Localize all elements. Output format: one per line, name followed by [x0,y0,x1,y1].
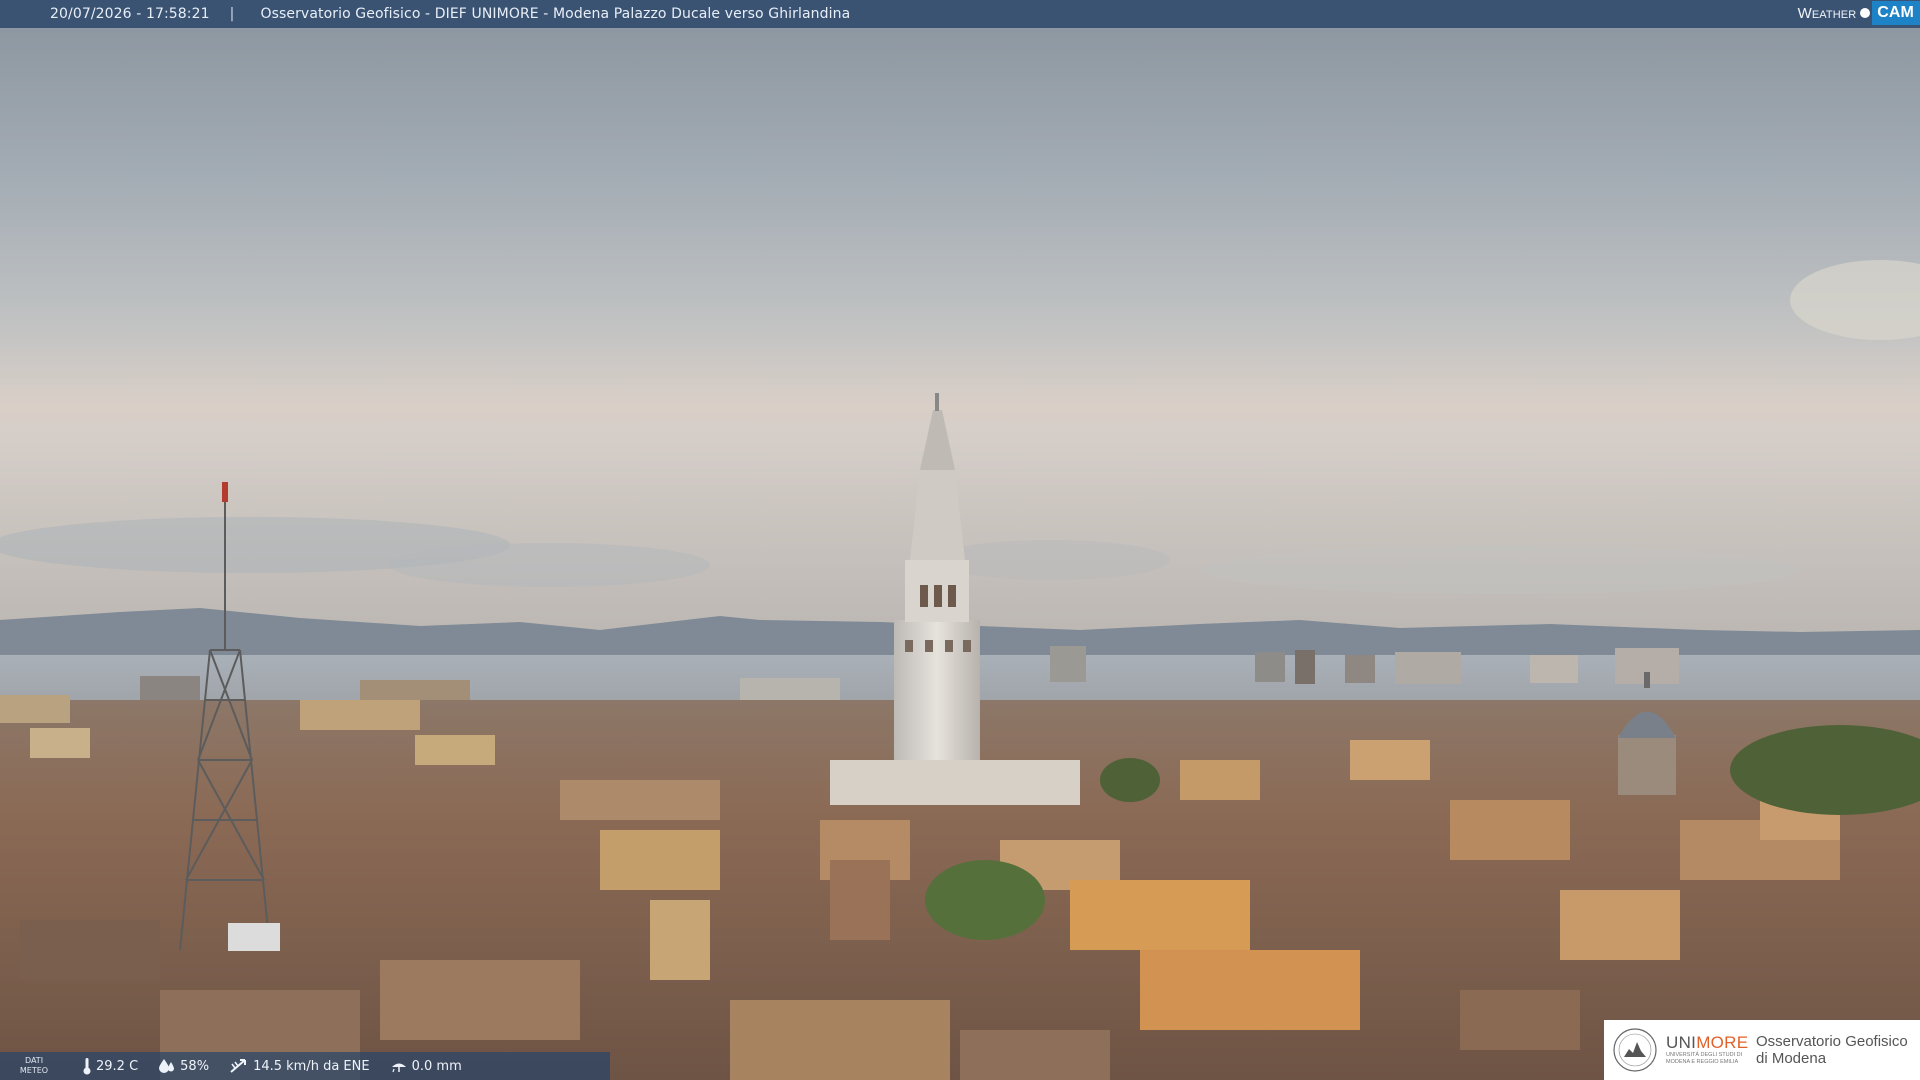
unimore-subtitle-line2: MODENA E REGGIO EMILIA [1666,1059,1739,1065]
meteo-humidity: 58% [158,1058,209,1074]
unimore-name-accent: MORE [1696,1033,1749,1052]
observatory-name: Osservatorio Geofisico di Modena [1756,1033,1908,1067]
meteo-label-line1: DATI [24,1056,44,1065]
overlay-top-bar: 20/07/2026 - 17:58:21 | Osservatorio Geo… [0,0,1920,28]
observatory-line2: di Modena [1756,1050,1827,1067]
unimore-wordmark: UNIMORE UNIVERSITÀ DEGLI STUDI DI MODENA… [1666,1034,1750,1066]
unimore-name-prefix: UNI [1666,1033,1697,1052]
meteo-rain: 0.0 mm [390,1058,462,1074]
meteo-temperature: 29.2 C [82,1057,138,1075]
weathercam-logo-weather: Weather [1797,4,1857,22]
unimore-name: UNIMORE [1666,1034,1750,1052]
meteo-wind: 14.5 km/h da ENE [229,1058,370,1074]
observatory-line1: Osservatorio Geofisico [1756,1033,1908,1050]
city-skyline-photo [0,0,1920,1080]
wind-value: 14.5 km/h da ENE [253,1058,370,1074]
droplet-icon [159,1059,175,1073]
weathercam-logo-cam: CAM [1872,1,1920,25]
weathercam-logo: Weather CAM [1798,0,1920,26]
meteo-label: DATI METEO [6,1056,62,1076]
timestamp: 20/07/2026 - 17:58:21 [50,6,210,22]
rain-icon [391,1063,406,1073]
meteo-label-line2: METEO [19,1066,49,1075]
unimore-logo-box: UNIMORE UNIVERSITÀ DEGLI STUDI DI MODENA… [1604,1020,1920,1080]
weathercam-dot-icon [1860,8,1871,18]
meteo-data-bar: DATI METEO 29.2 C 58% 14.5 km/h da ENE 0… [0,1052,610,1080]
wind-icon [230,1059,247,1073]
rain-value: 0.0 mm [411,1058,462,1074]
temperature-value: 29.2 C [96,1058,139,1074]
webcam-frame: 20/07/2026 - 17:58:21 | Osservatorio Geo… [0,0,1920,1080]
separator: | [229,6,235,22]
humidity-value: 58% [180,1058,210,1074]
unimore-seal-icon [1613,1028,1657,1072]
unimore-subtitle-line1: UNIVERSITÀ DEGLI STUDI DI [1666,1052,1743,1058]
thermometer-icon [83,1058,91,1075]
camera-title: Osservatorio Geofisico - DIEF UNIMORE - … [260,6,851,22]
